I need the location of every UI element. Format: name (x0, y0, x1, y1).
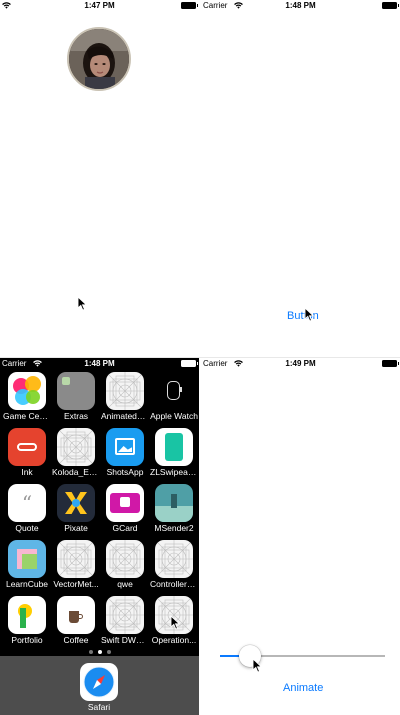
dock: Safari (0, 656, 199, 715)
app-11[interactable]: MSender2 (150, 484, 198, 533)
shotsapp-icon (106, 428, 144, 466)
app-label: Game Center (3, 411, 51, 421)
mouse-pointer-icon (170, 615, 181, 630)
app-label: MSender2 (154, 523, 194, 533)
profile-avatar[interactable] (67, 27, 131, 91)
msender-icon (155, 484, 193, 522)
battery-icon (181, 2, 198, 9)
placeholder-app-icon (57, 428, 95, 466)
app-label: AnimatedC... (101, 411, 149, 421)
app-label: Apple Watch (150, 411, 198, 421)
placeholder-app-icon (57, 540, 95, 578)
mouse-pointer-icon (304, 307, 315, 322)
placeholder-app-icon (106, 596, 144, 634)
dock-app-safari[interactable]: Safari (75, 663, 123, 712)
status-bar: Carrier 1:48 PM (0, 358, 199, 369)
app-label: ControllerT... (150, 579, 198, 589)
avatar-photo (69, 29, 129, 89)
app-18[interactable]: Swift DWC - 1 (101, 596, 149, 645)
app-label: Ink (21, 467, 33, 477)
app-2[interactable]: AnimatedC... (101, 372, 149, 421)
app-label: Operation... (151, 635, 197, 645)
app-label: Portfolio (11, 635, 43, 645)
app-14[interactable]: qwe (101, 540, 149, 589)
screen-avatar: 1:47 PM (0, 0, 199, 357)
status-bar: 1:47 PM (0, 0, 199, 11)
learncube-icon (8, 540, 46, 578)
placeholder-app-icon (155, 540, 193, 578)
app-label: Koloda_Ex... (52, 467, 100, 477)
apple-watch-icon (155, 372, 193, 410)
app-label: Safari (87, 702, 111, 712)
status-time: 1:49 PM (285, 359, 316, 368)
page-indicator[interactable] (0, 647, 199, 654)
panel-divider (0, 357, 400, 358)
status-time: 1:48 PM (285, 1, 316, 10)
game-center-icon (8, 372, 46, 410)
app-4[interactable]: Ink (3, 428, 51, 477)
app-7[interactable]: ZLSwipeab... (150, 428, 198, 477)
app-label: LearnCube (5, 579, 49, 589)
app-10[interactable]: GCard (101, 484, 149, 533)
app-label: ZLSwipeab... (150, 467, 198, 477)
app-5[interactable]: Koloda_Ex... (52, 428, 100, 477)
app-label: Swift DWC - 1 (101, 635, 149, 645)
app-label: VectorMet... (53, 579, 99, 589)
app-3[interactable]: Apple Watch (150, 372, 198, 421)
app-label: Extras (63, 411, 89, 421)
app-label: Coffee (63, 635, 89, 645)
app-label: Quote (15, 523, 39, 533)
quote-icon: “ (8, 484, 46, 522)
status-bar: Carrier 1:48 PM (201, 0, 400, 11)
battery-icon (382, 2, 399, 9)
screen-home: Carrier 1:48 PM Game Center Extras Animate… (0, 358, 199, 715)
app-16[interactable]: Portfolio (3, 596, 51, 645)
page-dot (106, 650, 111, 654)
app-12[interactable]: LearnCube (3, 540, 51, 589)
placeholder-app-icon (106, 372, 144, 410)
app-label: Pixate (64, 523, 88, 533)
page-dot-current (97, 650, 102, 654)
screen-button: Carrier 1:48 PM Button (201, 0, 400, 357)
animate-button[interactable]: Animate (283, 682, 323, 694)
page-dot (88, 650, 93, 654)
screen-slider: Carrier 1:49 PM Animate (201, 358, 400, 715)
safari-icon (80, 663, 118, 701)
placeholder-app-icon (106, 540, 144, 578)
battery-icon (382, 360, 399, 367)
ink-app-icon (8, 428, 46, 466)
pixate-icon (57, 484, 95, 522)
extras-folder-icon (57, 372, 95, 410)
app-17[interactable]: Coffee (52, 596, 100, 645)
mouse-pointer-icon (77, 296, 88, 311)
zlswipeable-icon (155, 428, 193, 466)
app-6[interactable]: ShotsApp (101, 428, 149, 477)
battery-icon (181, 360, 198, 367)
app-0[interactable]: Game Center (3, 372, 51, 421)
app-13[interactable]: VectorMet... (52, 540, 100, 589)
status-time: 1:48 PM (84, 359, 115, 368)
app-label: qwe (117, 579, 133, 589)
gcard-icon (106, 484, 144, 522)
app-label: ShotsApp (106, 467, 144, 477)
portfolio-icon (8, 596, 46, 634)
coffee-icon (57, 596, 95, 634)
status-time: 1:47 PM (84, 1, 115, 10)
mouse-pointer-icon (252, 658, 263, 673)
status-bar: Carrier 1:49 PM (201, 358, 400, 369)
app-8[interactable]: “Quote (3, 484, 51, 533)
app-9[interactable]: Pixate (52, 484, 100, 533)
app-15[interactable]: ControllerT... (150, 540, 198, 589)
app-label: GCard (112, 523, 138, 533)
app-1[interactable]: Extras (52, 372, 100, 421)
